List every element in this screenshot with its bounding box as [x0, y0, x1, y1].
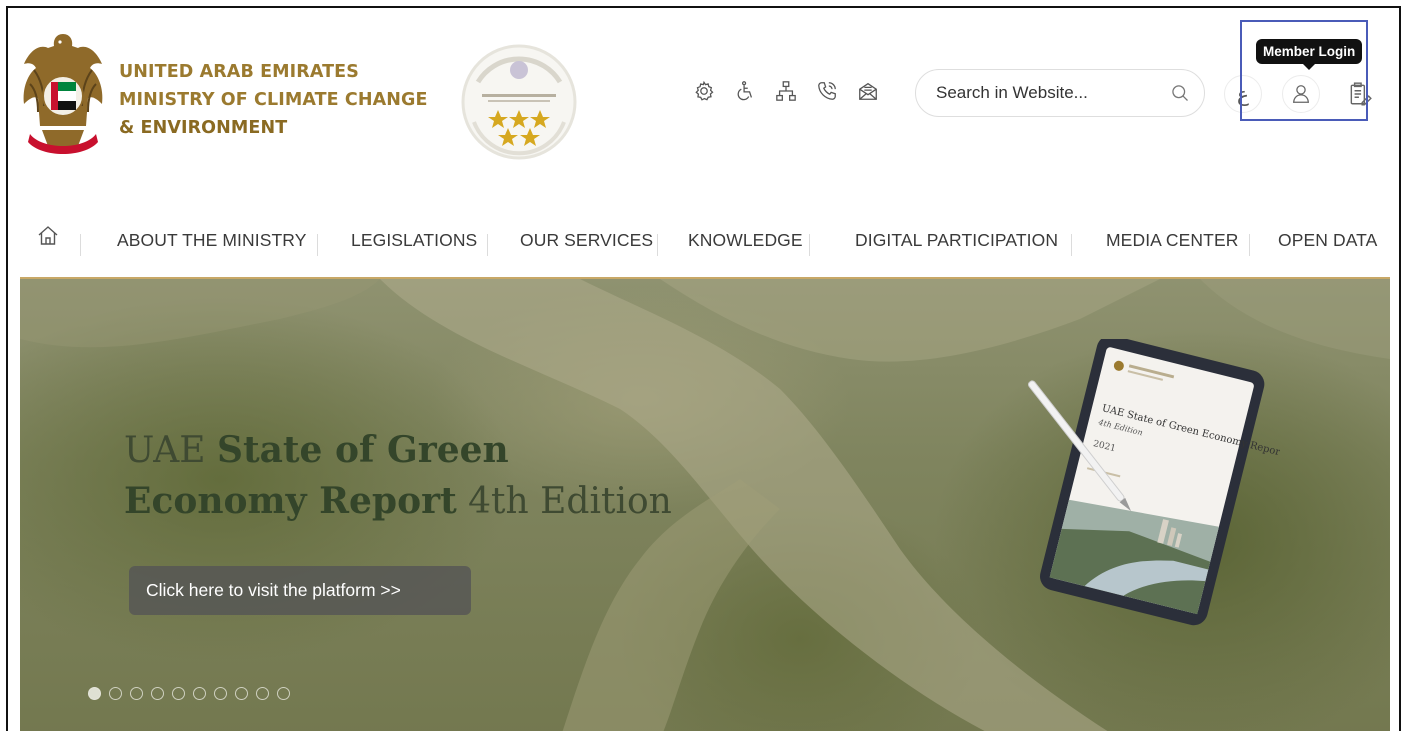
slider-dot[interactable]	[130, 687, 143, 700]
hero-title: UAE State of Green Economy Report 4th Ed…	[124, 425, 672, 527]
slider-dot[interactable]	[151, 687, 164, 700]
slider-dot[interactable]	[88, 687, 101, 700]
hero-title-bold-1: State of Green	[216, 429, 509, 471]
nav-item-knowledge[interactable]: KNOWLEDGE	[688, 230, 803, 251]
slider-dot[interactable]	[172, 687, 185, 700]
nav-item-media-center[interactable]: MEDIA CENTER	[1106, 230, 1238, 251]
ministry-name[interactable]: UNITED ARAB EMIRATES MINISTRY OF CLIMATE…	[119, 58, 428, 142]
hero-banner[interactable]: UAE State of Green Economy Report 4th Ed…	[20, 279, 1390, 731]
hero-title-suffix: 4th Edition	[456, 481, 672, 522]
header-tools	[692, 78, 880, 104]
nav-separator	[80, 234, 81, 256]
slider-dot[interactable]	[277, 687, 290, 700]
slider-dots	[88, 687, 290, 700]
nav-item-our-services[interactable]: OUR SERVICES	[520, 230, 653, 251]
search-box	[915, 69, 1205, 117]
ministry-line-ministry: MINISTRY OF CLIMATE CHANGE	[119, 90, 428, 110]
home-icon[interactable]	[36, 224, 60, 248]
nav-item-legislations[interactable]: LEGISLATIONS	[351, 230, 477, 251]
uae-emblem-logo[interactable]	[20, 30, 106, 160]
slider-dot[interactable]	[235, 687, 248, 700]
browser-frame: UNITED ARAB EMIRATES MINISTRY OF CLIMATE…	[6, 6, 1401, 731]
nav-separator	[657, 234, 658, 256]
search-icon[interactable]	[1170, 83, 1190, 103]
visit-platform-button[interactable]: Click here to visit the platform >>	[129, 566, 471, 615]
sitemap-icon[interactable]	[774, 78, 798, 104]
search-input[interactable]	[936, 83, 1170, 103]
star-rating-badge	[461, 44, 577, 160]
ministry-line-uae: UNITED ARAB EMIRATES	[119, 62, 359, 82]
slider-dot[interactable]	[109, 687, 122, 700]
nav-item-digital-participation[interactable]: DIGITAL PARTICIPATION	[855, 230, 1058, 251]
hero-title-prefix: UAE	[124, 430, 217, 471]
nav-item-open-data[interactable]: OPEN DATA	[1278, 230, 1377, 251]
slider-dot[interactable]	[214, 687, 227, 700]
settings-icon[interactable]	[692, 78, 716, 104]
accessibility-icon[interactable]	[733, 78, 757, 104]
slider-dot[interactable]	[256, 687, 269, 700]
nav-item-about-the-ministry[interactable]: ABOUT THE MINISTRY	[117, 230, 306, 251]
nav-separator	[809, 234, 810, 256]
site-header: UNITED ARAB EMIRATES MINISTRY OF CLIMATE…	[8, 8, 1399, 198]
nav-separator	[1249, 234, 1250, 256]
main-nav: ABOUT THE MINISTRY LEGISLATIONS OUR SERV…	[8, 220, 1399, 268]
nav-separator	[1071, 234, 1072, 256]
hero-title-bold-2: Economy Report	[124, 480, 457, 522]
mail-icon[interactable]	[856, 78, 880, 104]
report-tablet-illustration: UAE State of Green Economy Report 4th Ed…	[1028, 339, 1280, 626]
nav-separator	[317, 234, 318, 256]
slider-dot[interactable]	[193, 687, 206, 700]
call-icon[interactable]	[815, 78, 839, 104]
ministry-line-environment: & ENVIRONMENT	[119, 118, 288, 138]
highlight-box	[1240, 20, 1368, 121]
nav-separator	[487, 234, 488, 256]
